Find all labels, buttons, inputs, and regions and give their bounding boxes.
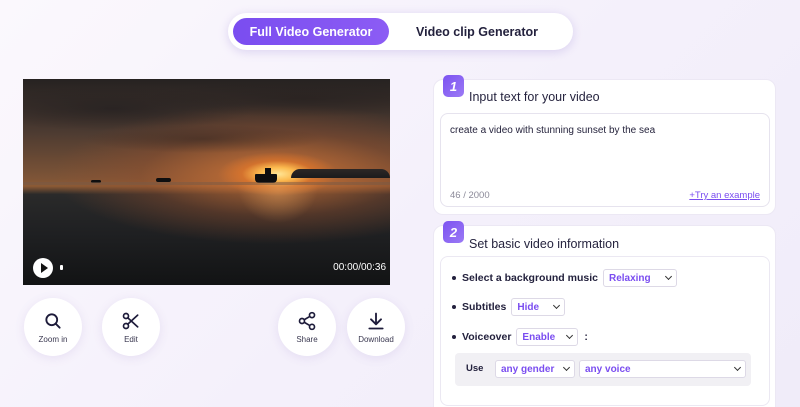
voiceover-select[interactable]: Enable	[516, 328, 579, 346]
step-2-panel: 2 Set basic video information Select a b…	[433, 221, 776, 407]
zoom-in-button[interactable]: Zoom in	[24, 298, 82, 356]
share-icon	[298, 311, 316, 330]
progress-handle[interactable]	[60, 265, 63, 270]
zoom-icon	[45, 312, 61, 329]
bullet	[452, 335, 456, 339]
tab-video-clip-generator[interactable]: Video clip Generator	[389, 18, 565, 45]
video-time: 00:00/00:36	[333, 262, 386, 273]
download-icon	[368, 312, 384, 329]
distant-mountains	[291, 169, 390, 178]
subtitles-select[interactable]: Hide	[511, 298, 566, 316]
character-counter: 46 / 2000	[450, 190, 490, 201]
share-button[interactable]: Share	[278, 298, 336, 356]
video-sky	[23, 79, 390, 174]
voice-options-box: Use any gender any voice	[455, 353, 751, 386]
horizon-haze	[23, 182, 390, 185]
step-2-title: Set basic video information	[469, 237, 620, 251]
download-label: Download	[358, 334, 394, 344]
video-info-box: Select a background music Relaxing Subti…	[440, 256, 770, 406]
ship-mast	[265, 168, 271, 175]
chevron-down-icon	[553, 301, 561, 310]
subtitles-row: Subtitles Hide	[452, 298, 566, 316]
subtitles-value: Hide	[517, 301, 540, 313]
generator-tab-switch: Full Video Generator Video clip Generato…	[228, 13, 573, 50]
gender-select[interactable]: any gender	[495, 360, 575, 378]
tab-full-video-generator[interactable]: Full Video Generator	[233, 18, 389, 45]
bullet	[452, 276, 456, 280]
step-2-badge: 2	[443, 221, 464, 243]
share-label: Share	[296, 334, 318, 344]
step-1-title: Input text for your video	[469, 90, 600, 104]
try-example-link[interactable]: +Try an example	[689, 190, 760, 201]
play-button[interactable]	[33, 258, 53, 278]
gender-value: any gender	[501, 363, 555, 375]
zoom-in-label: Zoom in	[38, 334, 68, 344]
chevron-down-icon	[566, 331, 574, 340]
chevron-down-icon	[733, 363, 742, 372]
background-music-select[interactable]: Relaxing	[602, 269, 677, 287]
scissors-icon	[122, 312, 139, 329]
voiceover-label: Voiceover	[462, 331, 512, 343]
step-1-panel: 1 Input text for your video create a vid…	[433, 75, 776, 215]
voiceover-value: Enable	[522, 331, 556, 343]
voiceover-colon: :	[584, 331, 588, 343]
chevron-down-icon	[664, 272, 673, 281]
play-icon	[40, 263, 48, 273]
video-text-value: create a video with stunning sunset by t…	[450, 125, 656, 136]
edit-button[interactable]: Edit	[102, 298, 160, 356]
background-music-row: Select a background music Relaxing	[452, 269, 677, 287]
voice-value: any voice	[585, 363, 631, 375]
chevron-down-icon	[562, 363, 571, 372]
background-music-value: Relaxing	[608, 272, 651, 284]
video-text-input[interactable]: create a video with stunning sunset by t…	[440, 113, 770, 207]
background-music-label: Select a background music	[462, 272, 598, 284]
use-label: Use	[466, 363, 484, 374]
download-button[interactable]: Download	[347, 298, 405, 356]
step-1-badge: 1	[443, 75, 464, 97]
voiceover-row: Voiceover Enable :	[452, 328, 588, 346]
voice-select[interactable]: any voice	[579, 360, 746, 378]
sun-reflection	[238, 183, 318, 253]
bullet	[452, 305, 456, 309]
video-player[interactable]: 00:00/00:36	[23, 79, 390, 285]
subtitles-label: Subtitles	[462, 301, 507, 313]
edit-label: Edit	[124, 334, 138, 344]
